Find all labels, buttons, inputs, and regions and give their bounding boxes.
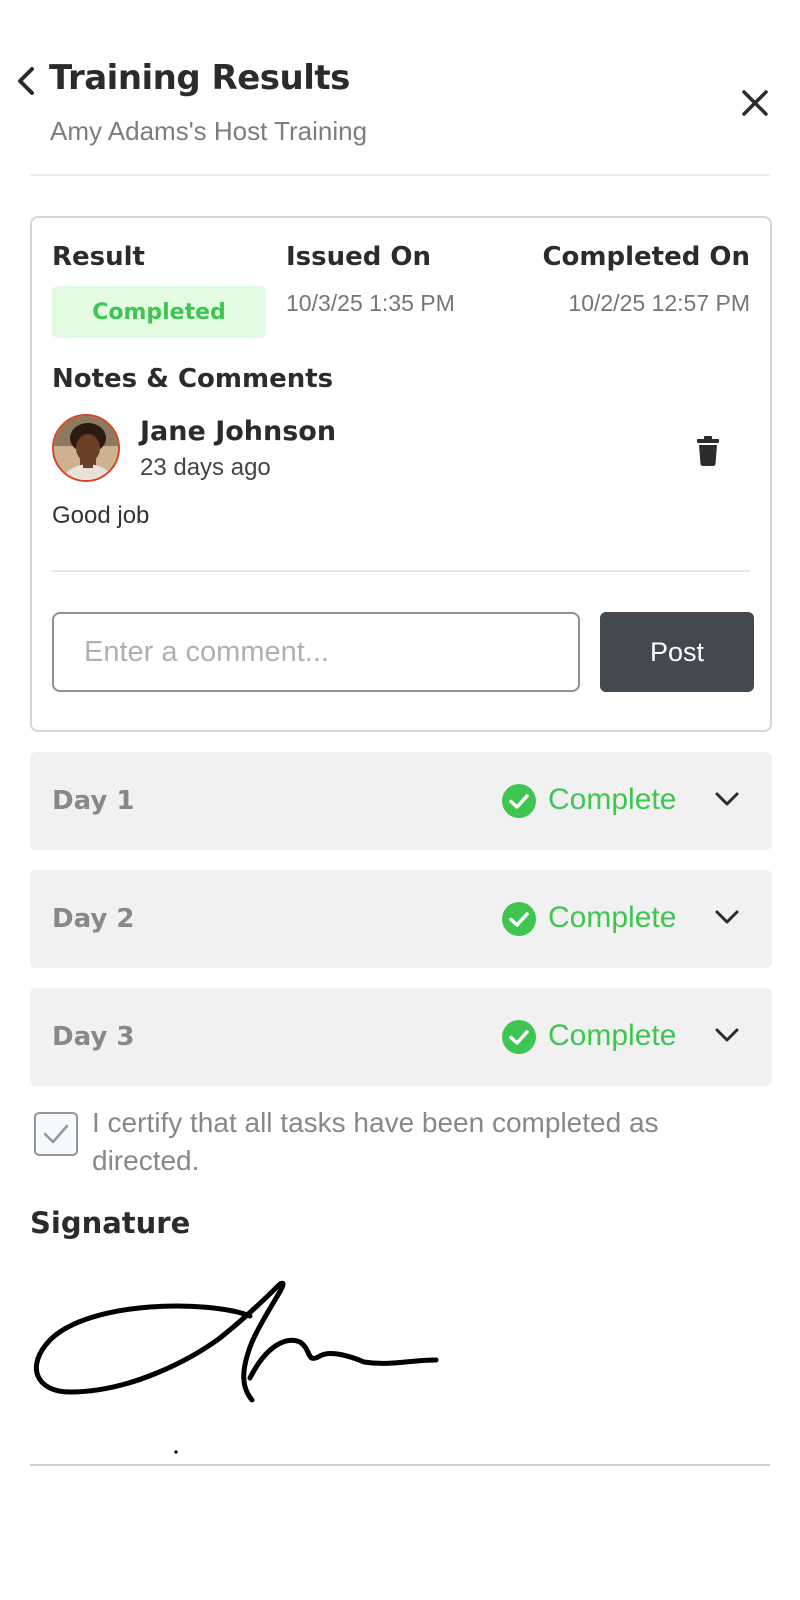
- header-divider: [30, 174, 770, 176]
- issued-on-value: 10/3/25 1:35 PM: [286, 290, 455, 316]
- comment-input[interactable]: [52, 612, 580, 692]
- day-label: Day 2: [52, 904, 135, 934]
- header: Training Results Amy Adams's Host Traini…: [0, 0, 800, 176]
- avatar: [52, 414, 120, 482]
- card-divider: [52, 570, 750, 572]
- completed-on-value: 10/2/25 12:57 PM: [568, 290, 750, 316]
- certify-checkbox[interactable]: [34, 1112, 78, 1156]
- training-results-page: Training Results Amy Adams's Host Traini…: [0, 0, 800, 1600]
- day-status: Complete: [548, 901, 677, 934]
- chevron-left-icon[interactable]: [14, 66, 38, 96]
- day-row-2[interactable]: Day 2 Complete: [30, 870, 772, 968]
- trash-icon[interactable]: [696, 436, 720, 466]
- check-circle-icon: [502, 784, 536, 818]
- chevron-down-icon[interactable]: [714, 1026, 740, 1044]
- day-row-1[interactable]: Day 1 Complete: [30, 752, 772, 850]
- status-badge: Completed: [52, 286, 266, 338]
- completed-on-label: Completed On: [542, 242, 750, 272]
- result-label: Result: [52, 242, 145, 272]
- notes-heading: Notes & Comments: [52, 364, 334, 394]
- page-subtitle: Amy Adams's Host Training: [50, 116, 368, 146]
- check-circle-icon: [502, 1020, 536, 1054]
- certify-text: I certify that all tasks have been compl…: [92, 1107, 659, 1176]
- signature-heading: Signature: [30, 1206, 191, 1240]
- day-status: Complete: [548, 783, 677, 816]
- close-icon[interactable]: [740, 88, 770, 118]
- issued-on-label: Issued On: [286, 242, 432, 272]
- page-title: Training Results: [49, 58, 350, 98]
- chevron-down-icon[interactable]: [714, 790, 740, 808]
- day-row-3[interactable]: Day 3 Complete: [30, 988, 772, 1086]
- comment-timestamp: 23 days ago: [140, 454, 271, 481]
- comment-author: Jane Johnson: [140, 416, 337, 447]
- signature-drawing[interactable]: [30, 1280, 470, 1460]
- day-label: Day 3: [52, 1022, 135, 1052]
- signature-line: [30, 1464, 770, 1466]
- day-status: Complete: [548, 1019, 677, 1052]
- day-label: Day 1: [52, 786, 135, 816]
- chevron-down-icon[interactable]: [714, 908, 740, 926]
- checkmark-icon: [43, 1124, 69, 1144]
- post-button[interactable]: Post: [600, 612, 754, 692]
- avatar-image: [54, 416, 118, 480]
- check-circle-icon: [502, 902, 536, 936]
- result-card: Result Issued On Completed On Completed …: [30, 216, 772, 732]
- comment-body: Good job: [52, 502, 150, 529]
